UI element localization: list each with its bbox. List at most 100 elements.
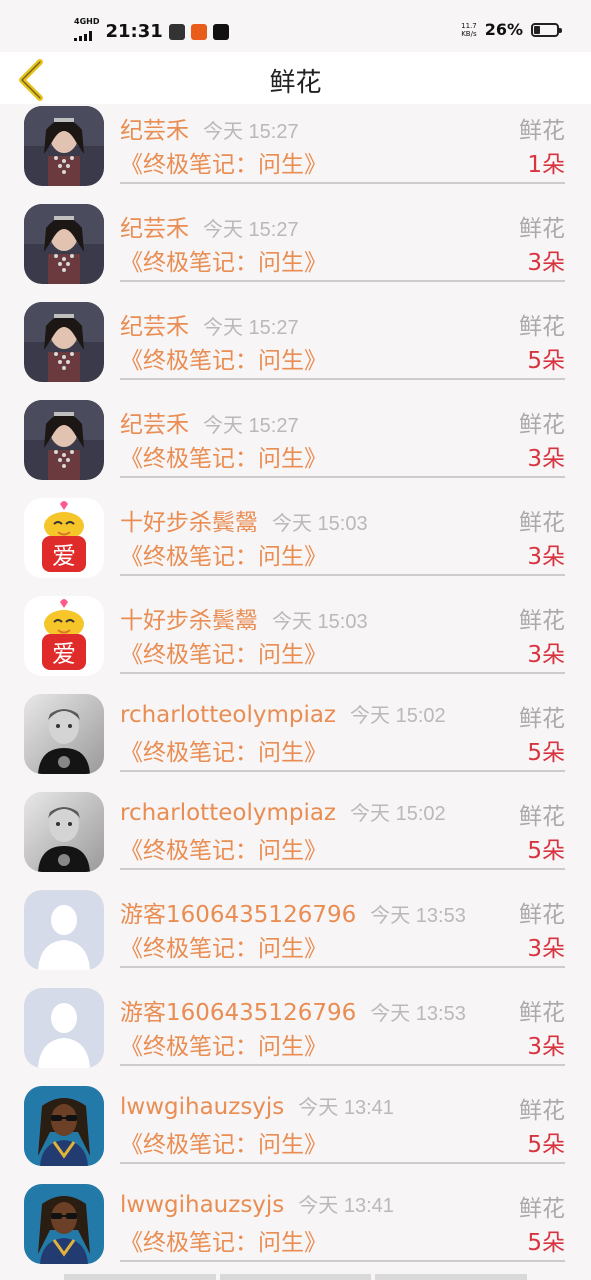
timestamp: 今天 13:53 xyxy=(370,1003,466,1025)
user-name[interactable]: rcharlotteolympiaz 今天 15:02 xyxy=(120,699,446,728)
flower-count: 5朵 xyxy=(527,740,565,766)
user-name[interactable]: 纪芸禾 今天 15:27 xyxy=(120,307,299,341)
nav-bar: 鲜花 xyxy=(0,52,591,104)
avatar[interactable] xyxy=(24,694,104,774)
flower-count: 3朵 xyxy=(527,250,565,276)
avatar[interactable] xyxy=(24,792,104,872)
list-item[interactable]: 爱 十好步杀鬓鬶 今天 15:03 鲜花《终极笔记：问生》 3朵 xyxy=(0,575,591,676)
timestamp: 今天 13:41 xyxy=(298,1097,394,1119)
status-bar: 4GHD 21:31 11.7 KB/s 26% xyxy=(0,0,591,52)
flower-count: 3朵 xyxy=(527,642,565,668)
avatar[interactable] xyxy=(24,988,104,1068)
book-title[interactable]: 《终极笔记：问生》 xyxy=(120,537,327,571)
gift-type-label: 鲜花 xyxy=(519,804,565,830)
list-item[interactable]: 纪芸禾 今天 15:27 鲜花《终极笔记：问生》 1朵 xyxy=(0,104,591,186)
list-item[interactable]: 纪芸禾 今天 15:27 鲜花《终极笔记：问生》 3朵 xyxy=(0,379,591,480)
gift-type-label: 鲜花 xyxy=(519,412,565,438)
user-name[interactable]: 游客1606435126796 今天 13:53 xyxy=(120,895,466,929)
list-item[interactable]: 游客1606435126796 今天 13:53 鲜花《终极笔记：问生》 3朵 xyxy=(0,869,591,970)
gift-type-label: 鲜花 xyxy=(519,118,565,144)
timestamp: 今天 13:41 xyxy=(298,1195,394,1217)
flower-list[interactable]: 纪芸禾 今天 15:27 鲜花 《终极笔记：问生》 1朵 纪芸禾 今天 15:27 鲜花 《终极… xyxy=(0,104,591,1280)
battery-icon xyxy=(531,22,562,37)
user-name[interactable]: 游客1606435126796 今天 13:53 xyxy=(120,993,466,1027)
divider xyxy=(120,1260,565,1262)
list-item[interactable]: 纪芸禾 今天 15:27 鲜花《终极笔记：问生》 5朵 xyxy=(0,281,591,382)
book-title[interactable]: 《终极笔记：问生》 xyxy=(120,831,327,865)
flower-count: 3朵 xyxy=(527,936,565,962)
list-item[interactable]: 纪芸禾 今天 15:27 鲜花《终极笔记：问生》 3朵 xyxy=(0,183,591,284)
book-title[interactable]: 《终极笔记：问生》 xyxy=(120,341,327,375)
gift-type-label: 鲜花 xyxy=(519,1196,565,1222)
flower-count: 3朵 xyxy=(527,544,565,570)
timestamp: 今天 15:27 xyxy=(203,317,299,339)
avatar[interactable]: 爱 xyxy=(24,498,104,578)
scroll-indicator xyxy=(64,1274,528,1280)
flower-count: 5朵 xyxy=(527,1132,565,1158)
gift-type-label: 鲜花 xyxy=(519,608,565,634)
gift-type-label: 鲜花 xyxy=(519,902,565,928)
gift-type-label: 鲜花 xyxy=(519,314,565,340)
app-notification-icon xyxy=(168,23,185,40)
flower-count: 3朵 xyxy=(527,446,565,472)
avatar[interactable] xyxy=(24,204,104,284)
timestamp: 今天 15:03 xyxy=(272,513,368,535)
list-item[interactable]: lwwgihauzsyjs 今天 13:41 鲜花《终极笔记：问生》 5朵 xyxy=(0,1065,591,1166)
list-item[interactable]: lwwgihauzsyjs 今天 13:41 鲜花《终极笔记：问生》 5朵 xyxy=(0,1163,591,1264)
flower-count: 5朵 xyxy=(527,348,565,374)
book-title[interactable]: 《终极笔记：问生》 xyxy=(120,243,327,277)
avatar[interactable] xyxy=(24,1184,104,1264)
flower-count: 5朵 xyxy=(527,838,565,864)
timestamp: 今天 15:27 xyxy=(203,219,299,241)
gift-type-label: 鲜花 xyxy=(519,706,565,732)
timestamp: 今天 15:02 xyxy=(350,803,446,825)
book-title[interactable]: 《终极笔记：问生》 xyxy=(120,1223,327,1257)
timestamp: 今天 15:03 xyxy=(272,611,368,633)
user-name[interactable]: lwwgihauzsyjs 今天 13:41 xyxy=(120,1189,394,1218)
avatar[interactable] xyxy=(24,400,104,480)
book-title[interactable]: 《终极笔记：问生》 xyxy=(120,733,327,767)
book-title[interactable]: 《终极笔记：问生》 xyxy=(120,439,327,473)
user-name[interactable]: rcharlotteolympiaz 今天 15:02 xyxy=(120,797,446,826)
avatar[interactable] xyxy=(24,302,104,382)
book-title[interactable]: 《终极笔记：问生》 xyxy=(120,1125,327,1159)
user-name[interactable]: 纪芸禾 今天 15:27 xyxy=(120,111,299,145)
flower-count: 3朵 xyxy=(527,1034,565,1060)
user-name[interactable]: 十好步杀鬓鬶 今天 15:03 xyxy=(120,503,368,537)
book-title[interactable]: 《终极笔记：问生》 xyxy=(120,145,327,179)
flower-count: 1朵 xyxy=(527,152,565,178)
user-name[interactable]: 纪芸禾 今天 15:27 xyxy=(120,405,299,439)
page-title: 鲜花 xyxy=(269,68,322,98)
timestamp: 今天 13:53 xyxy=(370,905,466,927)
user-name[interactable]: 十好步杀鬓鬶 今天 15:03 xyxy=(120,601,368,635)
list-item[interactable]: rcharlotteolympiaz 今天 15:02 鲜花《终极笔记：问生》 5朵 xyxy=(0,771,591,872)
avatar[interactable] xyxy=(24,890,104,970)
avatar[interactable]: 爱 xyxy=(24,596,104,676)
list-item[interactable]: rcharlotteolympiaz 今天 15:02 鲜花《终极笔记：问生》 5朵 xyxy=(0,673,591,774)
list-item[interactable]: 爱 十好步杀鬓鬶 今天 15:03 鲜花《终极笔记：问生》 3朵 xyxy=(0,477,591,578)
avatar-text: 爱 xyxy=(52,542,76,570)
clock: 21:31 xyxy=(105,21,163,42)
network-speed: 11.7 KB/s xyxy=(461,21,477,38)
signal-icon: 4GHD xyxy=(74,18,99,45)
user-name[interactable]: lwwgihauzsyjs 今天 13:41 xyxy=(120,1091,394,1120)
avatar[interactable] xyxy=(24,1086,104,1166)
avatar-text: 爱 xyxy=(52,640,76,668)
timestamp: 今天 15:27 xyxy=(203,415,299,437)
list-item[interactable]: 游客1606435126796 今天 13:53 鲜花 《终极笔记：问生》 3朵 xyxy=(0,967,591,1068)
book-title[interactable]: 《终极笔记：问生》 xyxy=(120,635,327,669)
timestamp: 今天 15:02 xyxy=(350,705,446,727)
avatar[interactable] xyxy=(24,106,104,186)
gift-type-label: 鲜花 xyxy=(519,1098,565,1124)
timestamp: 今天 15:27 xyxy=(203,121,299,143)
flower-count: 5朵 xyxy=(527,1230,565,1256)
status-right: 11.7 KB/s 26% xyxy=(461,20,562,39)
gift-type-label: 鲜花 xyxy=(519,216,565,242)
book-title[interactable]: 《终极笔记：问生》 xyxy=(120,1027,327,1061)
battery-percent: 26% xyxy=(484,20,523,39)
user-name[interactable]: 纪芸禾 今天 15:27 xyxy=(120,209,299,243)
book-title[interactable]: 《终极笔记：问生》 xyxy=(120,929,327,963)
capcut-icon xyxy=(212,23,229,40)
shop-notification-icon xyxy=(190,23,207,40)
gift-type-label: 鲜花 xyxy=(519,510,565,536)
